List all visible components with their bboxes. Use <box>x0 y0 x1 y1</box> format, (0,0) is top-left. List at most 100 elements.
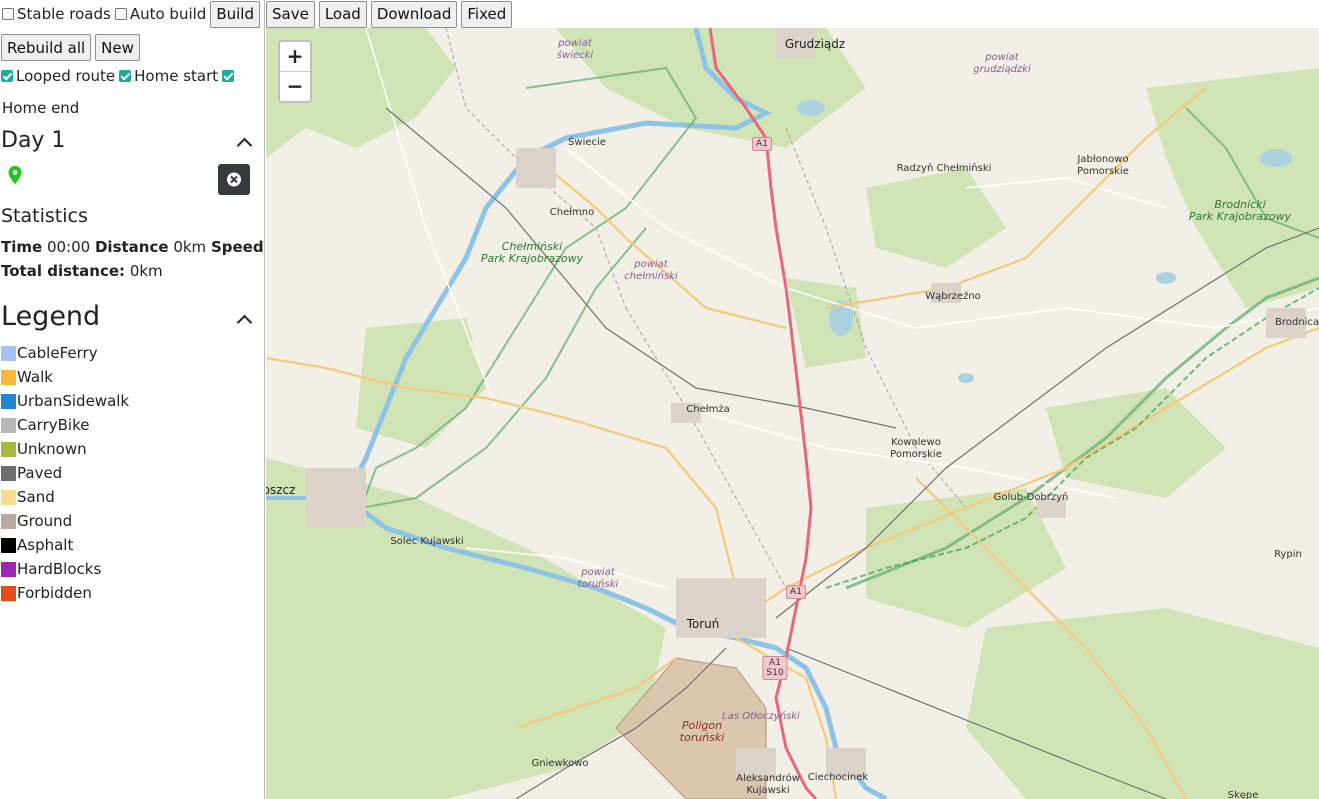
time-value: 00:00 <box>46 238 91 256</box>
legend-item: Paved <box>1 464 62 482</box>
label-radzyn: Radzyń Chełmiński <box>896 163 992 174</box>
label-ciechocinek: Ciechocinek <box>807 772 869 783</box>
home-end-label: Home end <box>2 99 80 117</box>
label-kowalewo: Kowalewo Pomorskie <box>890 437 942 460</box>
label-powiat-swiecki: powiat świecki <box>556 38 594 61</box>
label-torun: Toruń <box>686 617 720 631</box>
looped-route-checkbox[interactable]: Looped route <box>1 67 115 85</box>
statistics-line: Time 00:00 Distance 0km Speed -- <box>1 238 264 256</box>
fixed-button[interactable]: Fixed <box>461 0 513 28</box>
new-button[interactable]: New <box>95 34 140 61</box>
legend-swatch <box>1 441 16 457</box>
home-start-box[interactable] <box>119 70 132 82</box>
stable-roads-label: Stable roads <box>17 5 111 23</box>
map-pin-icon[interactable] <box>8 166 22 184</box>
shield-a1-s10: A1 S10 <box>762 656 788 680</box>
label-poligon: Poligon toruński <box>679 719 725 744</box>
legend-label: Sand <box>17 488 55 506</box>
legend-title: Legend <box>1 301 101 332</box>
auto-build-box[interactable] <box>114 8 127 20</box>
zoom-in-button[interactable]: + <box>280 42 310 72</box>
legend-collapse-icon[interactable] <box>236 314 253 331</box>
download-button[interactable]: Download <box>370 0 458 28</box>
sidebar: Stable roads Auto build Build Rebuild al… <box>0 0 265 799</box>
legend-item: Forbidden <box>1 584 92 602</box>
label-powiat-torunski: powiat toruński <box>577 567 619 590</box>
legend-item: UrbanSidewalk <box>1 392 129 410</box>
legend-swatch <box>1 489 16 505</box>
stable-roads-box[interactable] <box>2 8 14 20</box>
auto-build-checkbox[interactable]: Auto build <box>114 5 207 23</box>
label-aleksandrow: Aleksandrów Kujawski <box>736 773 800 796</box>
legend-item: HardBlocks <box>1 560 101 578</box>
legend-label: UrbanSidewalk <box>17 392 130 410</box>
label-powiat-grudziadzki: powiat grudziądzki <box>973 52 1031 75</box>
label-jablonowo: Jabłonowo Pomorskie <box>1077 154 1129 177</box>
looped-route-label: Looped route <box>16 67 116 85</box>
legend-swatch <box>1 345 16 361</box>
map[interactable]: + − Grudziądz powiat świecki powiat grud… <box>266 28 1319 799</box>
statistics-title: Statistics <box>1 205 88 227</box>
distance-value: 0km <box>173 238 207 256</box>
rebuild-all-button[interactable]: Rebuild all <box>1 34 92 61</box>
zoom-control: + − <box>278 40 312 103</box>
label-solec-kujawski: Solec Kujawski <box>390 536 464 547</box>
legend-label: CableFerry <box>17 344 98 362</box>
toolbar: Stable roads Auto build Build <box>0 0 260 28</box>
label-swiecie: Świecie <box>568 137 606 148</box>
legend-swatch <box>1 369 16 385</box>
time-label: Time <box>1 238 43 256</box>
legend-swatch <box>1 537 16 553</box>
legend-item: CarryBike <box>1 416 89 434</box>
day-collapse-icon[interactable] <box>236 137 253 154</box>
total-distance-value: 0km <box>129 262 163 280</box>
shield-a1-north: A1 <box>752 137 772 151</box>
stable-roads-checkbox[interactable]: Stable roads <box>2 5 111 23</box>
legend-item: Ground <box>1 512 72 530</box>
legend-label: Asphalt <box>17 536 74 554</box>
legend-swatch <box>1 561 16 577</box>
legend-swatch <box>1 417 16 433</box>
legend-label: Unknown <box>17 440 87 458</box>
looped-route-box[interactable] <box>1 70 13 82</box>
legend-swatch <box>1 465 16 481</box>
home-end-box[interactable] <box>222 70 235 82</box>
legend-swatch <box>1 393 16 409</box>
zoom-out-button[interactable]: − <box>280 72 310 101</box>
legend-label: HardBlocks <box>17 560 102 578</box>
route-options: Looped route Home start <box>1 67 235 85</box>
label-powiat-chelminski: powiat chełmiński <box>624 259 678 282</box>
speed-label: Speed <box>210 238 264 256</box>
close-circle-icon <box>227 172 241 187</box>
label-golub-dobrzyn: Golub-Dobrzyń <box>993 492 1069 503</box>
label-chelmno: Chełmno <box>549 207 595 218</box>
label-grudziadz: Grudziądz <box>784 37 846 51</box>
map-tiles <box>266 28 1319 799</box>
label-chelmza: Chełmża <box>686 404 730 415</box>
build-button[interactable]: Build <box>210 0 260 28</box>
label-rypin: Rypin <box>1274 549 1302 560</box>
day-title: Day 1 <box>1 128 66 153</box>
save-button[interactable]: Save <box>266 0 315 28</box>
distance-label: Distance <box>94 238 169 256</box>
legend-item: Sand <box>1 488 55 506</box>
auto-build-label: Auto build <box>129 5 207 23</box>
legend-label: CarryBike <box>17 416 90 434</box>
legend-swatch <box>1 513 16 529</box>
legend-label: Paved <box>17 464 63 482</box>
action-row: Rebuild all New <box>1 34 140 61</box>
load-button[interactable]: Load <box>318 0 367 28</box>
total-distance-line: Total distance: 0km <box>1 262 163 280</box>
total-distance-label: Total distance: <box>1 262 126 280</box>
legend-item: Asphalt <box>1 536 73 554</box>
home-start-label: Home start <box>134 67 219 85</box>
remove-waypoint-button[interactable] <box>218 164 250 195</box>
label-bydgoszcz: oszcz <box>266 483 296 497</box>
home-start-checkbox[interactable]: Home start <box>119 67 218 85</box>
label-chelminski-park: Chełmiński Park Krajobrazowy <box>480 240 584 265</box>
legend-label: Walk <box>17 368 53 386</box>
legend-item: Walk <box>1 368 53 386</box>
legend-item: Unknown <box>1 440 87 458</box>
label-wabrzezno: Wąbrzeźno <box>925 291 981 302</box>
file-toolbar: Save Load Download Fixed <box>266 0 513 28</box>
